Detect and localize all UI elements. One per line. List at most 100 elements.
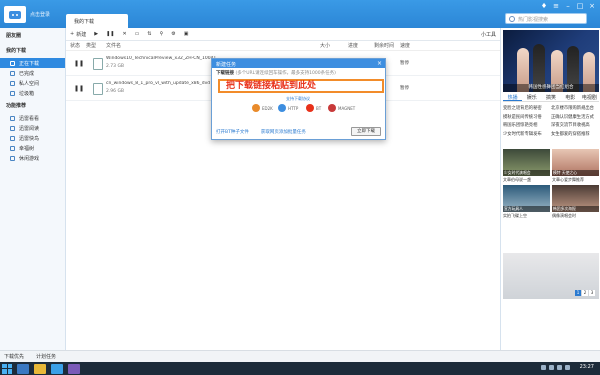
column-header[interactable]: 类型	[86, 42, 96, 49]
column-header[interactable]: 大小	[320, 42, 330, 49]
pause-icon[interactable]: ❚❚	[74, 60, 84, 67]
sidebar-item-downloading[interactable]: 正在下载	[0, 58, 65, 68]
new-task-button[interactable]: + 新建	[70, 31, 86, 38]
sort-icon[interactable]: ⇅	[147, 31, 151, 37]
sidebar-item-private-space[interactable]: 私人空间	[0, 78, 65, 88]
skin-icon[interactable]: ♦	[540, 3, 548, 10]
ie-icon[interactable]	[17, 363, 29, 374]
close-icon[interactable]: ×	[377, 60, 382, 67]
news-link[interactable]: 女生都爱的穿搭推荐	[551, 131, 599, 137]
ed2k-icon	[252, 104, 260, 112]
search-input[interactable]: 热门影视搜索	[505, 13, 587, 24]
sidebar-item-games[interactable]: 休闲游戏	[0, 153, 65, 163]
book-icon	[10, 125, 15, 131]
sidebar-item-trash[interactable]: 垃圾箱	[0, 88, 65, 98]
sidebar-item-happy-tree[interactable]: 幸福树	[0, 143, 65, 153]
download-link-input[interactable]: 把下载链接粘贴到此处	[218, 79, 384, 93]
news-link[interactable]: 少女时代新专辑发布	[503, 131, 551, 137]
supported-protocols-link[interactable]: 支持下载协议	[286, 96, 310, 102]
folder-icon[interactable]: ▭	[135, 31, 140, 37]
remote-icon[interactable]: ▣	[184, 31, 189, 37]
tray-icon[interactable]	[541, 365, 546, 370]
task-size: 2.73 GB	[106, 64, 125, 69]
tray-icon[interactable]	[549, 365, 554, 370]
pause-icon[interactable]: ❚❚	[74, 85, 84, 92]
clock[interactable]: 23:27	[580, 364, 594, 370]
list-item: 变脸之谜背后的秘密 北京楼市限购新规出台	[503, 104, 599, 113]
thunder-icon[interactable]	[51, 363, 63, 374]
thumbnail[interactable]: 宣方玩具人	[503, 185, 550, 212]
scheduled-task-button[interactable]: 计划任务	[36, 353, 56, 360]
open-torrent-link[interactable]: 打开BT种子文件	[216, 129, 249, 135]
column-header[interactable]: 进度	[348, 42, 358, 49]
news-link[interactable]: 北京楼市限购新规出台	[551, 105, 599, 111]
sidebar-item-label: 迅雷阅读	[19, 125, 40, 132]
sidebar-item-xunlei-read[interactable]: 迅雷阅读	[0, 123, 65, 133]
pause-icon[interactable]: ❚❚	[106, 31, 114, 37]
cloud-face-icon	[9, 10, 21, 19]
dialog-title: 新建任务	[216, 62, 237, 68]
sidebar-item-xunlei-kankan[interactable]: 迅雷看看	[0, 113, 65, 123]
sidebar-item-label: 迅雷快鸟	[19, 135, 40, 142]
gamepad-icon	[10, 155, 15, 161]
tab-entertainment[interactable]: 娱乐	[522, 94, 541, 101]
app-icon[interactable]	[68, 363, 80, 374]
sidebar: 朋友圈 我的下载 正在下载 已完成 私人空间 垃圾箱 功能推荐 迅雷看看 迅雷阅…	[0, 28, 66, 350]
news-link[interactable]: 韩国乐团惊艳亮相	[503, 122, 551, 128]
download-link-label: 下载链接	[216, 71, 234, 76]
list-item: 少女时代新专辑发布 女生都爱的穿搭推荐	[503, 130, 599, 139]
news-link[interactable]: 深夜交流节目收视高	[551, 122, 599, 128]
thumbnail-caption: 模特 天使之心	[552, 170, 599, 176]
tab-funny[interactable]: 搞笑	[541, 94, 560, 101]
tree-icon	[10, 145, 15, 151]
news-link[interactable]: 摸秋是民间传统习俗	[503, 114, 551, 120]
toolbar: + 新建 ▶ ❚❚ ✕ ▭ ⇅ ⚲ ⚙ ▣ 小工具	[66, 28, 500, 41]
link-icon[interactable]: ⚲	[160, 31, 164, 37]
column-header[interactable]: 状态	[70, 42, 80, 49]
windows-start-icon[interactable]	[2, 363, 12, 374]
sidebar-item-label: 迅雷看看	[19, 115, 40, 122]
tab-hot[interactable]: 热播	[503, 94, 523, 101]
banner-image[interactable]: 韩国性感舞团当红组合	[503, 30, 599, 92]
network-icon[interactable]	[565, 365, 570, 370]
column-header[interactable]: 剩余时间	[374, 42, 394, 49]
minimize-icon[interactable]: –	[564, 3, 572, 10]
page-button[interactable]: 3	[589, 290, 595, 296]
tab-my-downloads[interactable]: 我的下载	[66, 14, 128, 28]
featured-image[interactable]: 1 2 3	[503, 253, 599, 299]
delete-icon[interactable]: ✕	[122, 31, 126, 37]
thumbnail-title[interactable]: 文章伯母说一盏	[503, 177, 550, 183]
login-area[interactable]: 点击登录	[4, 6, 50, 23]
login-label[interactable]: 点击登录	[30, 11, 50, 18]
news-link[interactable]: 正确认识健康生活方式	[551, 114, 599, 120]
start-icon[interactable]: ▶	[94, 31, 98, 37]
thumbnail[interactable]: 韩团多次海报	[552, 185, 599, 212]
thumbnail-title[interactable]: 偶像演唱会时	[552, 213, 599, 219]
download-first-toggle[interactable]: 下载优先	[4, 353, 24, 360]
page-button[interactable]: 2	[582, 290, 588, 296]
avatar[interactable]	[4, 6, 26, 23]
download-now-button[interactable]: 立即下载	[351, 127, 381, 136]
thumbnail-title[interactable]: 实拍飞碟上空	[503, 213, 550, 219]
volume-icon[interactable]	[557, 365, 562, 370]
batch-task-link[interactable]: 获取网页添加批量任务	[261, 129, 306, 135]
settings-icon[interactable]: ⚙	[171, 31, 175, 37]
news-link[interactable]: 变脸之谜背后的秘密	[503, 105, 551, 111]
page-button[interactable]: 1	[575, 290, 581, 296]
sidebar-item-xunlei-bird[interactable]: 迅雷快鸟	[0, 133, 65, 143]
column-header[interactable]: 速度	[400, 42, 410, 49]
thumbnail[interactable]: 模特 天使之心	[552, 149, 599, 176]
tab-movie[interactable]: 电影	[561, 94, 580, 101]
sidebar-section-friends[interactable]: 朋友圈	[0, 28, 65, 43]
protocol-label: MAGNET	[338, 105, 356, 111]
thumbnail[interactable]: 少女时代演唱会	[503, 149, 550, 176]
maximize-icon[interactable]: □	[576, 3, 584, 10]
sidebar-item-completed[interactable]: 已完成	[0, 68, 65, 78]
close-icon[interactable]: ×	[588, 3, 596, 10]
menu-icon[interactable]: ≡	[552, 3, 560, 10]
column-header[interactable]: 文件名	[106, 42, 121, 49]
thumbnail-title[interactable]: 文章心爱步舞推荐	[552, 177, 599, 183]
tab-tv[interactable]: 电视剧	[580, 94, 599, 101]
explorer-icon[interactable]	[34, 363, 46, 374]
small-tools-button[interactable]: 小工具	[481, 31, 496, 38]
